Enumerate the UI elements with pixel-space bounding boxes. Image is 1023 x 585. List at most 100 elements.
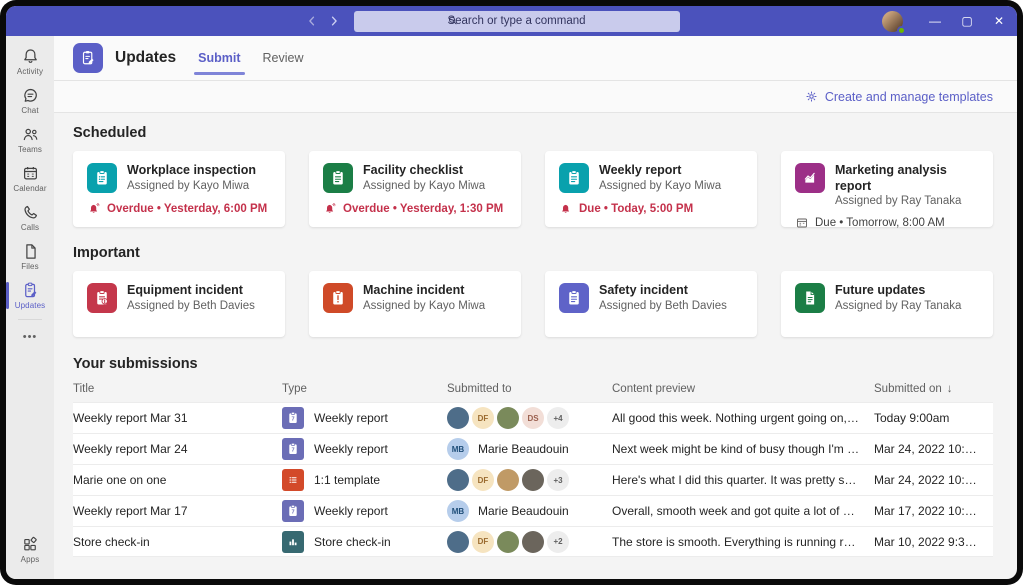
row-type: 7 Weekly report <box>282 438 447 460</box>
clipboard-list-icon <box>559 163 589 193</box>
row-content-preview: All good this week. Nothing urgent going… <box>612 411 874 425</box>
create-templates-link[interactable]: Create and manage templates <box>804 89 993 104</box>
submissions-heading: Your submissions <box>73 356 198 372</box>
profile-avatar[interactable] <box>882 10 906 35</box>
row-type: 7 Weekly report <box>282 407 447 429</box>
svg-text:7: 7 <box>291 448 294 454</box>
card-assigned: Assigned by Beth Davies <box>127 299 255 312</box>
important-cards: Equipment incident Assigned by Beth Davi… <box>73 271 993 337</box>
svg-text:7: 7 <box>291 510 294 516</box>
tab-review[interactable]: Review <box>263 36 304 80</box>
nav-history <box>6 11 354 31</box>
bell-alert-icon <box>323 202 337 216</box>
table-row[interactable]: Store check-in Store check-in DF +2 The … <box>73 526 993 557</box>
card-facility-checklist[interactable]: Facility checklist Assigned by Kayo Miwa… <box>309 151 521 227</box>
avatar: DF <box>472 407 494 429</box>
card-status-text: Overdue • Yesterday, 6:00 PM <box>107 203 268 215</box>
sidebar-item-label: Activity <box>16 67 44 76</box>
card-equipment-incident[interactable]: Equipment incident Assigned by Beth Davi… <box>73 271 285 337</box>
more-apps-button[interactable]: ••• <box>6 324 54 350</box>
ellipsis-icon: ••• <box>22 331 38 343</box>
sidebar-item-files[interactable]: Files <box>6 237 54 276</box>
maximize-button[interactable]: ▢ <box>951 6 983 36</box>
back-button[interactable] <box>302 11 322 31</box>
card-title: Marketing analysis report <box>835 163 947 193</box>
table-row[interactable]: Weekly report Mar 24 7 Weekly report MB … <box>73 433 993 464</box>
tab-submit[interactable]: Submit <box>194 36 245 80</box>
sidebar-item-chat[interactable]: Chat <box>6 81 54 120</box>
card-status-text: Due • Tomorrow, 8:00 AM <box>815 217 945 230</box>
row-submitted-to: DF +2 <box>447 530 612 553</box>
table-row[interactable]: Weekly report Mar 31 7 Weekly report DF … <box>73 402 993 433</box>
calendar-icon <box>21 164 40 183</box>
search-input[interactable] <box>353 10 680 32</box>
row-submitted-to: MB Marie Beaudouin <box>447 500 612 522</box>
card-assigned: Assigned by Kayo Miwa <box>363 179 486 192</box>
sidebar-item-label: Teams <box>17 145 43 154</box>
card-title: Equipment incident <box>127 283 243 297</box>
row-submitted-to: DF DS +4 <box>447 407 612 429</box>
row-content-preview: Here's what I did this quarter. It was p… <box>612 473 874 487</box>
row-submitted-on: Mar 24, 2022 10:00am <box>874 473 993 487</box>
card-assigned: Assigned by Kayo Miwa <box>363 299 486 312</box>
chevron-left-icon <box>304 13 320 29</box>
sidebar-item-calls[interactable]: Calls <box>6 198 54 237</box>
card-weekly-report[interactable]: Weekly report Assigned by Kayo Miwa Due … <box>545 151 757 227</box>
card-status: Due • Tomorrow, 8:00 AM <box>795 216 979 230</box>
card-safety-incident[interactable]: Safety incident Assigned by Beth Davies <box>545 271 757 337</box>
sidebar-item-label: Updates <box>14 301 46 310</box>
forward-button[interactable] <box>324 11 344 31</box>
avatar-name: Marie Beaudouin <box>478 504 569 518</box>
card-future-updates[interactable]: Future updates Assigned by Ray Tanaka <box>781 271 993 337</box>
card-status: Overdue • Yesterday, 1:30 PM <box>323 202 507 216</box>
avatar: DS <box>522 407 544 429</box>
sidebar-item-teams[interactable]: Teams <box>6 120 54 159</box>
gear-icon <box>804 89 819 104</box>
toolbar: Create and manage templates <box>54 81 1017 113</box>
sidebar-item-activity[interactable]: Activity <box>6 42 54 81</box>
card-workplace-inspection[interactable]: Workplace inspection Assigned by Kayo Mi… <box>73 151 285 227</box>
row-title: Weekly report Mar 31 <box>73 411 188 425</box>
table-row[interactable]: Marie one on one 1:1 template DF +3 Here… <box>73 464 993 495</box>
sidebar-item-apps[interactable]: Apps <box>6 530 54 569</box>
column-header-title: Title <box>73 383 95 395</box>
clipboard-alert-icon <box>87 283 117 313</box>
rail-divider <box>18 319 42 320</box>
avatar-overflow-count: +2 <box>547 530 569 553</box>
submissions-table: Title Type Submitted to Content preview … <box>73 376 993 557</box>
bell-alert-icon <box>559 202 573 216</box>
sidebar-item-label: Calendar <box>13 184 47 193</box>
one-on-one-icon <box>282 469 304 491</box>
bell-alert-icon <box>87 202 101 216</box>
avatar-name: Marie Beaudouin <box>478 442 569 456</box>
column-header-submitted-on[interactable]: Submitted on ↓ <box>874 383 993 395</box>
minimize-button[interactable]: — <box>919 6 951 36</box>
avatar: MB <box>447 438 469 460</box>
weekly-report-icon: 7 <box>282 438 304 460</box>
page-title: Updates <box>115 49 177 66</box>
avatar <box>447 469 469 491</box>
updates-app-icon <box>73 43 103 73</box>
card-assigned: Assigned by Kayo Miwa <box>127 179 250 192</box>
close-button[interactable]: ✕ <box>983 6 1015 36</box>
app-rail: Activity Chat Teams Calendar Calls Files <box>6 36 54 579</box>
card-status-text: Due • Today, 5:00 PM <box>579 203 694 215</box>
card-assigned: Assigned by Ray Tanaka <box>835 195 962 208</box>
row-content-preview: Overall, smooth week and got quite a lot… <box>612 504 874 518</box>
table-row[interactable]: Weekly report Mar 17 7 Weekly report MB … <box>73 495 993 526</box>
row-submitted-on: Today 9:00am <box>874 411 950 425</box>
row-type-label: Weekly report <box>314 411 388 425</box>
card-machine-incident[interactable]: Machine incident Assigned by Kayo Miwa <box>309 271 521 337</box>
row-type-label: Weekly report <box>314 504 388 518</box>
card-title: Workplace inspection <box>127 163 256 177</box>
avatar: DF <box>472 530 494 553</box>
card-title: Future updates <box>835 283 926 297</box>
card-marketing-analysis[interactable]: Marketing analysis report Assigned by Ra… <box>781 151 993 230</box>
avatar-overflow-count: +3 <box>547 469 569 491</box>
card-title: Weekly report <box>599 163 682 177</box>
window-frame: — ▢ ✕ Activity Chat Teams Calendar <box>0 0 1023 585</box>
sidebar-item-calendar[interactable]: Calendar <box>6 159 54 198</box>
sidebar-item-updates[interactable]: Updates <box>6 276 54 315</box>
sidebar-item-label: Chat <box>21 106 39 115</box>
column-header-content-preview: Content preview <box>612 383 696 395</box>
